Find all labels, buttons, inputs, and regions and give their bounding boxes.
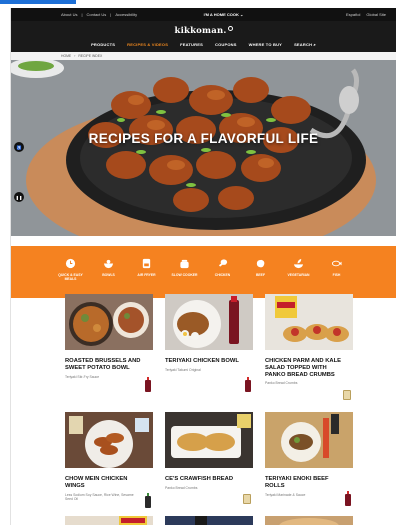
recipe-card[interactable]: CE'S CRAWFISH BREAD Panko Bread Crumbs bbox=[165, 412, 253, 504]
recipe-product: Teriyaki Marinade & Sauce bbox=[265, 492, 306, 497]
recipe-product: Teriyaki Stir-Fry Sauce bbox=[65, 374, 100, 379]
utility-link-about[interactable]: About Us bbox=[61, 12, 77, 17]
pause-video-icon[interactable]: ❚❚ bbox=[14, 192, 24, 202]
chevron-down-icon: ⌄ bbox=[240, 12, 244, 17]
recipe-image bbox=[265, 294, 353, 350]
kikkoman-logo[interactable]: kikkoman. bbox=[11, 26, 396, 36]
sauce-bottle-icon bbox=[245, 377, 251, 392]
leaf-bowl-icon bbox=[293, 258, 304, 269]
slow-cooker-icon bbox=[180, 259, 189, 269]
recipe-image bbox=[265, 412, 353, 468]
logo-mark-icon bbox=[227, 26, 233, 31]
hero-title: RECIPES FOR A FLAVORFUL LIFE bbox=[88, 131, 319, 146]
category-air-fryer[interactable]: AIR FRYER bbox=[132, 258, 162, 298]
hero-image bbox=[11, 60, 396, 236]
clock-icon bbox=[65, 258, 76, 269]
global-site-link[interactable]: Global Site bbox=[366, 12, 386, 17]
air-fryer-icon bbox=[142, 258, 151, 269]
panko-box-icon bbox=[243, 494, 251, 504]
nav-search[interactable]: SEARCH ⌕ bbox=[294, 42, 316, 47]
category-chicken[interactable]: CHICKEN bbox=[208, 258, 238, 298]
nav-features[interactable]: FEATURES bbox=[180, 42, 203, 47]
fish-icon bbox=[331, 260, 342, 267]
recipe-title[interactable]: CE'S CRAWFISH BREAD bbox=[165, 476, 247, 483]
category-quick-easy[interactable]: QUICK & EASY MEALS bbox=[56, 258, 86, 298]
recipe-image bbox=[165, 294, 253, 350]
recipe-card[interactable] bbox=[165, 516, 253, 525]
nav-where-to-buy[interactable]: WHERE TO BUY bbox=[249, 42, 282, 47]
recipe-product: Panko Bread Crumbs bbox=[165, 485, 198, 490]
accessibility-icon[interactable]: ♿ bbox=[14, 142, 24, 152]
recipe-card[interactable]: CHOW MEIN CHICKEN WINGS Less Sodium Soy … bbox=[65, 412, 153, 508]
sauce-bottle-icon bbox=[345, 491, 351, 506]
recipe-image bbox=[65, 294, 153, 350]
nav-recipes-videos[interactable]: RECIPES & VIDEOS bbox=[127, 42, 168, 47]
category-fish[interactable]: FISH bbox=[322, 258, 352, 298]
recipe-product: Less Sodium Soy Sauce, Rice Wine, Sesame… bbox=[65, 492, 134, 501]
search-icon: ⌕ bbox=[313, 42, 316, 47]
recipe-card[interactable] bbox=[265, 516, 353, 525]
steak-icon bbox=[256, 259, 265, 268]
nav-products[interactable]: PRODUCTS bbox=[91, 42, 115, 47]
browser-tab-indicator bbox=[0, 0, 76, 4]
drumstick-icon bbox=[218, 259, 228, 267]
hero-banner: RECIPES FOR A FLAVORFUL LIFE ♿ ❚❚ bbox=[11, 60, 396, 236]
recipe-title[interactable]: CHOW MEIN CHICKEN WINGS bbox=[65, 476, 147, 490]
recipe-product: Panko Bread Crumbs bbox=[265, 381, 298, 386]
recipe-title[interactable]: TERIYAKI CHICKEN BOWL bbox=[165, 358, 247, 365]
recipe-card[interactable]: TERIYAKI ENOKI BEEF ROLLS Teriyaki Marin… bbox=[265, 412, 353, 506]
category-beef[interactable]: BEEF bbox=[246, 258, 276, 298]
category-band: QUICK & EASY MEALS BOWLS AIR FRYER SLOW … bbox=[11, 246, 396, 298]
language-link[interactable]: Español bbox=[346, 12, 360, 17]
utility-link-contact[interactable]: Contact Us bbox=[87, 12, 107, 17]
recipe-card[interactable]: TERIYAKI CHICKEN BOWL Teriyaki Takumi Or… bbox=[165, 294, 253, 392]
breadcrumb-current: RECIPE INDEX bbox=[78, 54, 103, 58]
category-bowls[interactable]: BOWLS bbox=[94, 258, 124, 298]
utility-bar: About Us | Contact Us | Accessibility I'… bbox=[11, 8, 396, 21]
bowl-icon bbox=[103, 259, 114, 269]
breadcrumb-home[interactable]: HOME bbox=[61, 54, 71, 58]
recipe-title[interactable]: TERIYAKI ENOKI BEEF ROLLS bbox=[265, 476, 347, 490]
recipe-card[interactable]: ROASTED BRUSSELS AND SWEET POTATO BOWL T… bbox=[65, 294, 153, 392]
sauce-bottle-icon bbox=[145, 493, 151, 508]
utility-link-accessibility[interactable]: Accessibility bbox=[115, 12, 137, 17]
recipe-image bbox=[165, 516, 253, 525]
category-slow-cooker[interactable]: SLOW COOKER bbox=[170, 258, 200, 298]
page-frame: About Us | Contact Us | Accessibility I'… bbox=[10, 8, 396, 525]
recipe-card[interactable]: CHICKEN PARM AND KALE SALAD TOPPED WITH … bbox=[265, 294, 353, 400]
category-vegetarian[interactable]: VEGETARIAN bbox=[284, 258, 314, 298]
recipe-title[interactable]: CHICKEN PARM AND KALE SALAD TOPPED WITH … bbox=[265, 358, 347, 378]
audience-selector[interactable]: I'M A HOME COOK ⌄ bbox=[169, 12, 277, 17]
recipe-image bbox=[265, 516, 353, 525]
recipe-product: Teriyaki Takumi Original bbox=[165, 367, 201, 372]
main-nav: kikkoman. PRODUCTS RECIPES & VIDEOS FEAT… bbox=[11, 21, 396, 52]
recipe-image bbox=[65, 412, 153, 468]
sauce-bottle-icon bbox=[145, 377, 151, 392]
recipe-image bbox=[65, 516, 153, 525]
panko-box-icon bbox=[343, 390, 351, 400]
breadcrumb: HOME › RECIPE INDEX bbox=[11, 52, 396, 60]
recipe-title[interactable]: ROASTED BRUSSELS AND SWEET POTATO BOWL bbox=[65, 358, 147, 372]
recipe-card[interactable] bbox=[65, 516, 153, 525]
recipe-image bbox=[165, 412, 253, 468]
nav-coupons[interactable]: COUPONS bbox=[215, 42, 237, 47]
